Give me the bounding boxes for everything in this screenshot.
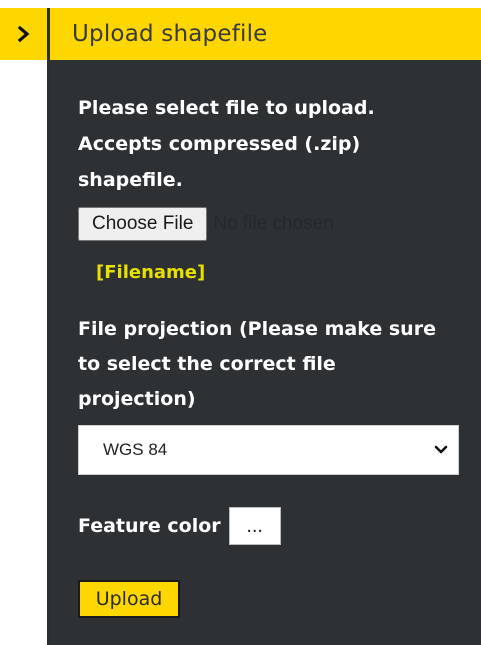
upload-panel-body: Please select file to upload. Accepts co…: [50, 60, 481, 645]
filename-placeholder: [Filename]: [96, 262, 206, 283]
choose-file-button[interactable]: Choose File: [78, 207, 208, 241]
projection-select-value: WGS 84: [103, 440, 168, 459]
panel-toggle-button[interactable]: [0, 8, 47, 60]
panel-header: Upload shapefile: [50, 8, 481, 60]
upload-instructions: Please select file to upload. Accepts co…: [78, 97, 375, 191]
feature-color-picker-button[interactable]: ...: [228, 507, 281, 545]
file-input-row: Choose File No file chosen: [78, 206, 334, 242]
projection-select[interactable]: WGS 84: [78, 425, 459, 475]
projection-label: File projection (Please make sure to sel…: [78, 318, 436, 410]
upload-shapefile-page: Upload shapefile Please select file to u…: [0, 0, 481, 645]
chevron-down-icon: [432, 441, 450, 459]
feature-color-label: Feature color: [78, 515, 221, 537]
no-file-chosen-text: No file chosen: [213, 213, 334, 234]
panel-title: Upload shapefile: [72, 21, 268, 47]
chevron-right-icon: [17, 26, 29, 42]
feature-color-row: Feature color ...: [78, 507, 281, 545]
upload-button[interactable]: Upload: [78, 580, 180, 618]
panel-toggle-strip: [0, 8, 50, 645]
